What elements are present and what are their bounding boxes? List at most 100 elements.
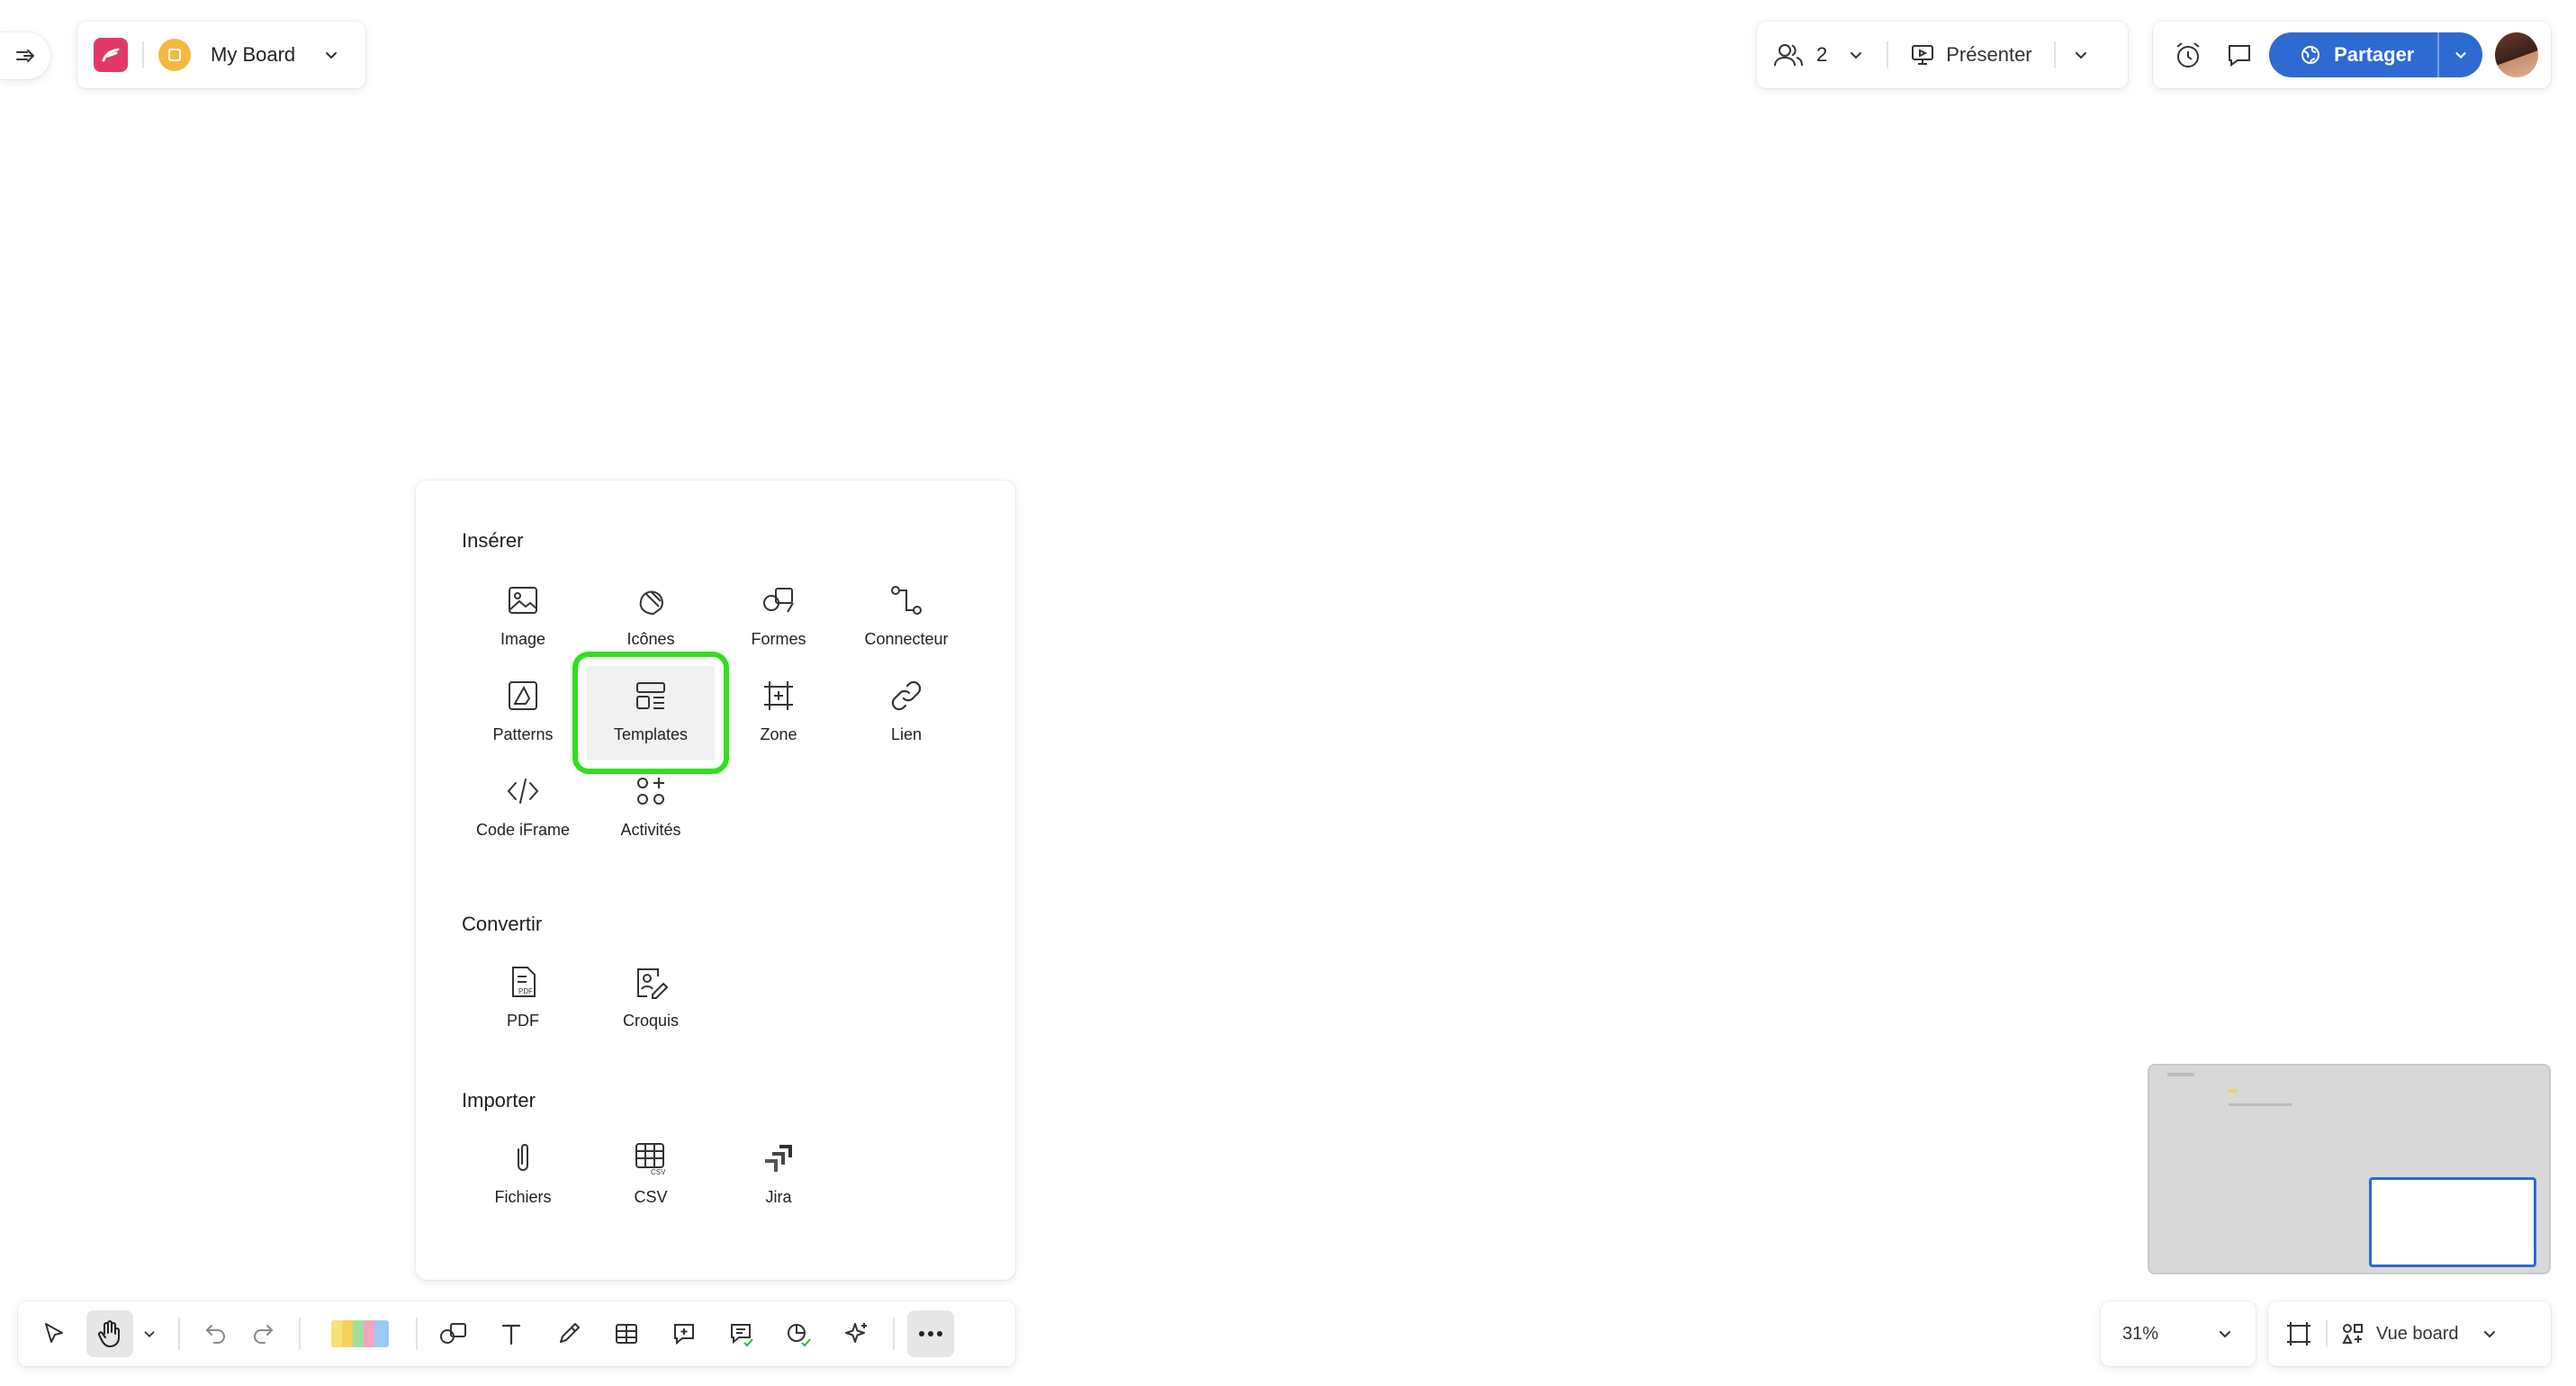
insert-activities-button[interactable]: Activités — [587, 761, 715, 855]
presentation-icon — [1910, 42, 1935, 68]
jira-icon — [761, 1138, 796, 1179]
sticky-notes-button[interactable] — [313, 1310, 403, 1357]
tile-label: CSV — [634, 1188, 668, 1206]
redo-icon[interactable] — [239, 1310, 286, 1357]
participants-button[interactable]: 2 — [1773, 42, 1865, 68]
tile-label: Image — [500, 630, 546, 648]
import-files-button[interactable]: Fichiers — [459, 1129, 587, 1222]
minimap-viewport[interactable] — [2369, 1177, 2536, 1267]
templates-icon — [634, 675, 668, 716]
share-dropdown-button[interactable] — [2439, 32, 2482, 77]
participants-count: 2 — [1816, 43, 1828, 66]
ai-sparkle-icon[interactable] — [833, 1310, 880, 1357]
view-control: Vue board — [2268, 1301, 2551, 1366]
table-tool-icon[interactable] — [603, 1310, 650, 1357]
convert-pdf-button[interactable]: PDF PDF — [459, 952, 587, 1046]
globe-icon — [2300, 44, 2321, 66]
connector-icon — [888, 580, 924, 621]
svg-text:PDF: PDF — [518, 987, 533, 995]
csv-icon: CSV — [633, 1138, 669, 1179]
insert-templates-button[interactable]: Templates — [572, 652, 729, 774]
convert-sketch-button[interactable]: Croquis — [587, 952, 715, 1046]
chevron-down-icon[interactable] — [2481, 1325, 2499, 1343]
insert-patterns-button[interactable]: Patterns — [459, 666, 587, 760]
divider — [299, 1318, 301, 1350]
tile-label: Templates — [613, 725, 689, 743]
expand-sidebar-icon — [14, 45, 36, 67]
tile-label: PDF — [507, 1012, 539, 1030]
image-icon — [506, 580, 540, 621]
pen-tool-icon[interactable] — [545, 1310, 592, 1357]
section-title-insert: Insérer — [462, 529, 524, 552]
tile-label: Jira — [765, 1188, 792, 1206]
minimap-thumb — [2229, 1089, 2238, 1093]
insert-zone-button[interactable]: Zone — [715, 666, 842, 760]
minimap-thumb — [2229, 1103, 2292, 1106]
share-label: Partager — [2334, 43, 2415, 66]
insert-image-button[interactable]: Image — [459, 571, 587, 664]
divider — [416, 1318, 418, 1350]
board-view-button[interactable]: Vue board — [2340, 1321, 2499, 1346]
shapes-tool-icon[interactable] — [430, 1310, 477, 1357]
chevron-down-icon[interactable] — [1847, 46, 1865, 64]
insert-icons-button[interactable]: Icônes — [587, 571, 715, 664]
text-tool-icon[interactable] — [488, 1310, 535, 1357]
sticky-notes-icon — [331, 1320, 389, 1347]
section-title-import: Importer — [462, 1089, 536, 1112]
import-jira-button[interactable]: Jira — [715, 1129, 842, 1222]
app-logo-icon[interactable] — [94, 38, 128, 72]
sidebar-toggle-button[interactable] — [0, 32, 50, 79]
chevron-down-icon[interactable] — [2216, 1325, 2234, 1343]
minimap-thumb — [2167, 1073, 2194, 1076]
tile-label: Activités — [620, 821, 681, 839]
svg-text:CSV: CSV — [651, 1168, 666, 1176]
pdf-icon: PDF — [506, 961, 540, 1003]
insert-code-iframe-button[interactable]: Code iFrame — [459, 761, 587, 855]
chevron-down-icon[interactable] — [322, 46, 340, 64]
users-icon — [1773, 42, 1804, 68]
divider — [893, 1318, 895, 1350]
paperclip-icon — [506, 1138, 540, 1179]
minimap[interactable] — [2148, 1064, 2551, 1274]
chevron-down-icon[interactable] — [133, 1310, 166, 1357]
vote-tool-icon[interactable] — [776, 1310, 823, 1357]
zoom-control[interactable]: 31% — [2101, 1301, 2256, 1366]
select-tool-icon[interactable] — [31, 1310, 77, 1357]
tile-label: Zone — [760, 725, 797, 743]
insert-panel: Insérer Image Icônes Formes Connecteur P… — [416, 481, 1015, 1280]
share-button[interactable]: Partager — [2269, 32, 2483, 77]
collaboration-bar: 2 Présenter — [1757, 22, 2128, 88]
fit-frame-icon[interactable] — [2284, 1319, 2313, 1348]
sketch-icon — [633, 961, 669, 1003]
undo-icon[interactable] — [193, 1310, 239, 1357]
section-title-convert: Convertir — [462, 913, 543, 935]
comments-icon[interactable] — [2218, 32, 2263, 78]
timer-icon[interactable] — [2166, 32, 2211, 78]
code-icon — [505, 770, 541, 812]
board-name[interactable]: My Board — [211, 43, 295, 67]
zone-icon — [761, 675, 797, 716]
icons-icon — [634, 580, 668, 621]
divider — [2053, 41, 2056, 68]
tile-label: Icônes — [626, 630, 675, 648]
shapes-icon — [761, 580, 797, 621]
insert-link-button[interactable]: Lien — [842, 666, 970, 760]
user-avatar[interactable] — [2495, 32, 2539, 77]
comment-tool-icon[interactable] — [661, 1310, 707, 1357]
import-csv-button[interactable]: CSV CSV — [587, 1129, 715, 1222]
insert-connector-button[interactable]: Connecteur — [842, 571, 970, 664]
hand-tool-icon[interactable] — [86, 1310, 133, 1357]
divider — [1887, 41, 1889, 68]
more-options-icon[interactable] — [907, 1310, 954, 1357]
bottom-toolbar — [18, 1301, 1015, 1366]
tile-label: Code iFrame — [475, 821, 571, 839]
insert-shapes-button[interactable]: Formes — [715, 571, 842, 664]
form-tool-icon[interactable] — [718, 1310, 765, 1357]
board-selector[interactable]: My Board — [77, 22, 365, 88]
tile-label: Connecteur — [864, 630, 949, 648]
present-label: Présenter — [1946, 43, 2032, 66]
tile-label: Lien — [890, 725, 923, 743]
chevron-down-icon[interactable] — [2072, 46, 2090, 64]
present-button[interactable]: Présenter — [1910, 42, 2032, 68]
view-label: Vue board — [2376, 1323, 2459, 1344]
